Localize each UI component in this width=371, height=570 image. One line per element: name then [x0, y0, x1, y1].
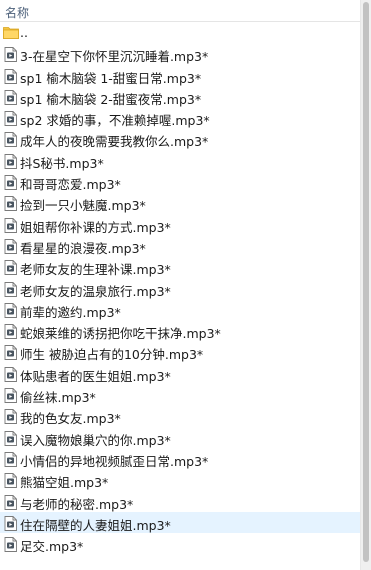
file-name: 抖S秘书.mp3* [20, 155, 104, 171]
audio-file-icon [4, 324, 17, 340]
file-row[interactable]: 成年人的夜晚需要我教你么.mp3* [0, 128, 360, 149]
file-name: 住在隔壁的人妻姐姐.mp3* [20, 517, 171, 533]
audio-file-icon [4, 366, 17, 382]
file-row[interactable]: 足交.mp3* [0, 533, 360, 554]
file-row[interactable]: 师生 被胁迫占有的10分钟.mp3* [0, 341, 360, 362]
audio-file-icon [4, 473, 17, 489]
audio-file-icon [4, 430, 17, 446]
file-row[interactable]: 住在隔壁的人妻姐姐.mp3* [0, 511, 360, 534]
audio-file-icon [4, 260, 17, 276]
audio-file-icon [4, 111, 17, 127]
audio-file-icon [4, 537, 17, 553]
file-row[interactable]: 姐姐帮你补课的方式.mp3* [0, 214, 360, 235]
parent-folder-label: .. [20, 25, 28, 40]
file-row[interactable]: sp2 求婚的事，不准赖掉喔.mp3* [0, 107, 360, 128]
file-name: 误入魔物娘巢穴的你.mp3* [20, 432, 171, 448]
audio-file-icon [4, 515, 17, 531]
audio-file-icon [4, 132, 17, 148]
folder-icon [3, 27, 19, 39]
file-row[interactable]: 老师女友的生理补课.mp3* [0, 256, 360, 277]
audio-file-icon [4, 409, 17, 425]
file-name: 师生 被胁迫占有的10分钟.mp3* [20, 347, 204, 363]
file-name: 小情侣的异地视频腻歪日常.mp3* [20, 453, 209, 469]
file-name: 蛇娘莱维的诱拐把你吃干抹净.mp3* [20, 326, 221, 342]
audio-file-icon [4, 281, 17, 297]
file-row[interactable]: 捡到一只小魅魔.mp3* [0, 192, 360, 213]
file-list: .. 3-在星空下你怀里沉沉睡着.mp3* sp1 榆木脑袋 1-甜蜜日常.mp3… [0, 22, 360, 554]
audio-file-icon [4, 68, 17, 84]
file-row[interactable]: 前辈的邀约.mp3* [0, 299, 360, 320]
audio-file-icon [4, 153, 17, 169]
file-name: 足交.mp3* [20, 539, 84, 555]
audio-file-icon [4, 451, 17, 467]
name-column-header[interactable]: 名称 [5, 4, 29, 21]
file-name: 和哥哥恋爱.mp3* [20, 177, 121, 193]
file-row[interactable]: sp1 榆木脑袋 1-甜蜜日常.mp3* [0, 65, 360, 86]
file-row[interactable]: 老师女友的温泉旅行.mp3* [0, 278, 360, 299]
file-name: 成年人的夜晚需要我教你么.mp3* [20, 134, 209, 150]
file-row[interactable]: 偷丝袜.mp3* [0, 384, 360, 405]
file-name: 偷丝袜.mp3* [20, 390, 96, 406]
audio-file-icon [4, 345, 17, 361]
audio-file-icon [4, 47, 17, 63]
file-name: sp2 求婚的事，不准赖掉喔.mp3* [20, 113, 210, 129]
file-row[interactable]: 与老师的秘密.mp3* [0, 491, 360, 512]
audio-file-icon [4, 89, 17, 105]
file-name: 我的色女友.mp3* [20, 411, 121, 427]
file-row[interactable]: 体贴患者的医生姐姐.mp3* [0, 363, 360, 384]
vertical-scrollbar[interactable] [360, 0, 371, 570]
file-name: 熊猫空姐.mp3* [20, 475, 109, 491]
file-row[interactable]: 误入魔物娘巢穴的你.mp3* [0, 427, 360, 448]
file-name: sp1 榆木脑袋 2-甜蜜夜常.mp3* [20, 91, 202, 107]
file-name: sp1 榆木脑袋 1-甜蜜日常.mp3* [20, 70, 202, 86]
audio-file-icon [4, 388, 17, 403]
file-row[interactable]: 蛇娘莱维的诱拐把你吃干抹净.mp3* [0, 320, 360, 341]
parent-folder-row[interactable]: .. [0, 22, 360, 43]
file-name: 姐姐帮你补课的方式.mp3* [20, 219, 171, 235]
audio-file-icon [4, 196, 17, 212]
file-row[interactable]: 熊猫空姐.mp3* [0, 469, 360, 490]
file-row[interactable]: 我的色女友.mp3* [0, 405, 360, 426]
file-row[interactable]: 抖S秘书.mp3* [0, 150, 360, 171]
file-name: 3-在星空下你怀里沉沉睡着.mp3* [20, 49, 209, 65]
file-name: 体贴患者的医生姐姐.mp3* [20, 368, 171, 384]
file-name: 与老师的秘密.mp3* [20, 496, 134, 512]
file-row[interactable]: 3-在星空下你怀里沉沉睡着.mp3* [0, 43, 360, 64]
audio-file-icon [4, 302, 17, 318]
audio-file-icon [4, 494, 17, 510]
file-name: 老师女友的温泉旅行.mp3* [20, 283, 171, 299]
file-row[interactable]: 小情侣的异地视频腻歪日常.mp3* [0, 448, 360, 469]
audio-file-icon [4, 239, 17, 254]
file-name: 老师女友的生理补课.mp3* [20, 262, 171, 278]
file-row[interactable]: 和哥哥恋爱.mp3* [0, 171, 360, 192]
column-header: 名称 [0, 0, 360, 22]
file-name: 捡到一只小魅魔.mp3* [20, 198, 146, 214]
audio-file-icon [4, 175, 17, 191]
scrollbar-thumb[interactable] [363, 2, 369, 562]
file-row[interactable]: sp1 榆木脑袋 2-甜蜜夜常.mp3* [0, 86, 360, 107]
file-name: 前辈的邀约.mp3* [20, 304, 121, 320]
file-name: 看星星的浪漫夜.mp3* [20, 240, 146, 256]
audio-file-icon [4, 217, 17, 233]
file-row[interactable]: 看星星的浪漫夜.mp3* [0, 235, 360, 256]
